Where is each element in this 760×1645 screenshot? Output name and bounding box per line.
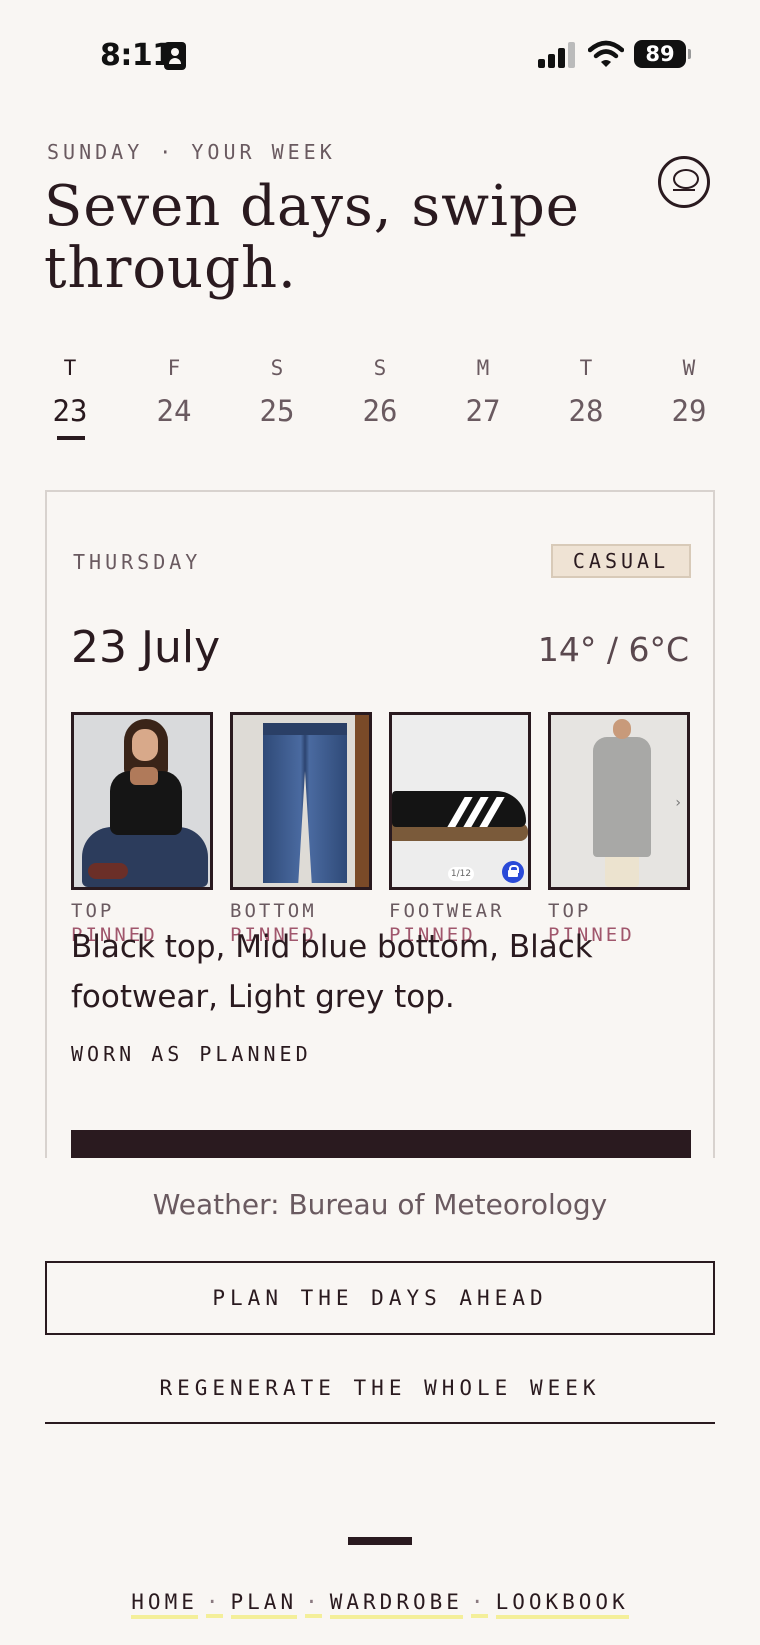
image-counter: 1/12 xyxy=(448,867,474,881)
day-tab[interactable]: T 23 xyxy=(30,356,110,428)
chevron-right-icon[interactable]: › xyxy=(675,795,681,811)
nav-separator: · xyxy=(205,1590,223,1618)
outfit-items: TOP PINNED BOTTOM PINNED 1/12 FOOTWEAR P… xyxy=(71,712,691,946)
nav-plan[interactable]: PLAN xyxy=(230,1590,298,1619)
page-eyebrow: SUNDAY · YOUR WEEK xyxy=(47,140,336,164)
day-tab-date: 27 xyxy=(465,394,501,428)
outfit-description: Black top, Mid blue bottom, Black footwe… xyxy=(71,929,593,1015)
day-tab-weekday: M xyxy=(476,356,490,380)
item-photo[interactable]: › xyxy=(548,712,690,890)
day-tab-weekday: S xyxy=(270,356,284,380)
nav-home[interactable]: HOME xyxy=(131,1590,198,1619)
day-tab[interactable]: F 24 xyxy=(134,356,214,428)
item-photo[interactable]: 1/12 xyxy=(389,712,531,890)
status-time: 8:11 xyxy=(100,38,173,73)
wifi-icon xyxy=(588,40,624,67)
worn-status-label: WORN AS PLANNED xyxy=(71,1042,312,1066)
outfit-item[interactable]: TOP PINNED xyxy=(71,712,213,946)
outfit-item[interactable]: 1/12 FOOTWEAR PINNED xyxy=(389,712,531,946)
profile-avatar-icon[interactable] xyxy=(658,156,710,208)
outfit-item[interactable]: › TOP PINNED xyxy=(548,712,690,946)
item-photo[interactable] xyxy=(230,712,372,890)
occasion-badge: CASUAL xyxy=(551,544,691,578)
day-tab[interactable]: S 25 xyxy=(237,356,317,428)
item-category: TOP xyxy=(548,900,592,922)
day-tab-date: 24 xyxy=(156,394,192,428)
day-tab[interactable]: T 28 xyxy=(546,356,626,428)
card-temperature: 14° / 6°C xyxy=(537,630,689,669)
day-outfit-card[interactable]: THURSDAY CASUAL 23 July 14° / 6°C TOP PI… xyxy=(45,490,715,1158)
bottom-nav: HOME · PLAN · WARDROBE · LOOKBOOK xyxy=(0,1590,760,1619)
outfit-item[interactable]: BOTTOM PINNED xyxy=(230,712,372,946)
item-category: BOTTOM xyxy=(230,900,317,922)
active-day-indicator xyxy=(57,436,85,440)
regenerate-week-button[interactable]: REGENERATE THE WHOLE WEEK xyxy=(45,1360,715,1424)
card-weekday: THURSDAY xyxy=(73,550,202,574)
page-title: Seven days, swipe through. xyxy=(44,174,580,301)
day-tab-weekday: T xyxy=(579,356,593,380)
day-tab-date: 25 xyxy=(259,394,295,428)
card-date: 23 July xyxy=(71,622,221,673)
nav-wardrobe[interactable]: WARDROBE xyxy=(329,1590,463,1619)
nav-separator: · xyxy=(470,1590,488,1618)
day-tab-weekday: F xyxy=(167,356,181,380)
lock-icon[interactable] xyxy=(502,861,524,883)
worn-status-bar[interactable] xyxy=(71,1130,691,1158)
plan-days-ahead-button[interactable]: PLAN THE DAYS AHEAD xyxy=(45,1261,715,1335)
nav-separator: · xyxy=(305,1590,322,1618)
day-tab[interactable]: S 26 xyxy=(340,356,420,428)
day-tab-date: 26 xyxy=(362,394,398,428)
week-strip: T 23 F 24 S 25 S 26 M 27 T 28 W 29 xyxy=(30,356,730,446)
battery-icon: 89 xyxy=(634,40,691,68)
item-category: TOP xyxy=(71,900,115,922)
cellular-signal-icon xyxy=(538,42,576,68)
day-tab[interactable]: M 27 xyxy=(443,356,523,428)
item-photo[interactable] xyxy=(71,712,213,890)
day-tab-weekday: S xyxy=(373,356,387,380)
drag-handle[interactable] xyxy=(348,1537,412,1545)
weather-source: Weather: Bureau of Meteorology xyxy=(152,1188,608,1221)
day-tab-date: 28 xyxy=(568,394,604,428)
day-tab[interactable]: W 29 xyxy=(649,356,729,428)
day-tab-date: 23 xyxy=(52,394,88,428)
item-category: FOOTWEAR xyxy=(389,900,505,922)
nav-lookbook[interactable]: LOOKBOOK xyxy=(495,1590,629,1619)
day-tab-weekday: T xyxy=(63,356,77,380)
day-tab-date: 29 xyxy=(671,394,707,428)
contact-card-icon xyxy=(164,42,186,70)
day-tab-weekday: W xyxy=(682,356,696,380)
